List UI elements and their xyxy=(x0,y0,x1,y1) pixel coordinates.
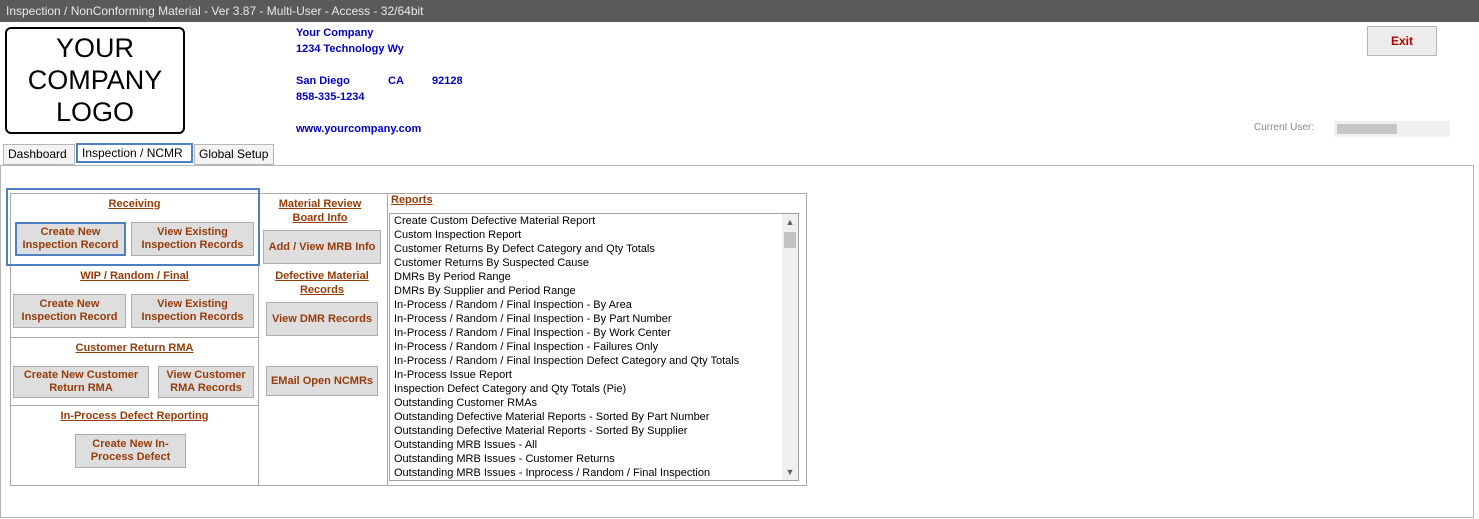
tab-global-setup[interactable]: Global Setup xyxy=(194,144,274,165)
current-user-value xyxy=(1337,124,1397,134)
logo-line-3: LOGO xyxy=(55,97,135,127)
scroll-up-icon[interactable]: ▲ xyxy=(782,214,798,230)
report-list-item[interactable]: In-Process Issue Report xyxy=(394,368,798,382)
company-zip: 92128 xyxy=(432,75,463,87)
view-customer-rma-button[interactable]: View Customer RMA Records xyxy=(158,366,254,398)
company-website: www.yourcompany.com xyxy=(296,123,422,135)
company-state: CA xyxy=(388,75,404,87)
defective-material-title: Defective Material Records xyxy=(275,270,369,296)
scroll-thumb[interactable] xyxy=(784,232,796,248)
exit-button[interactable]: Exit xyxy=(1367,26,1437,56)
inprocess-defect-title: In-Process Defect Reporting xyxy=(60,410,209,422)
company-logo: YOUR COMPANY LOGO xyxy=(5,27,185,134)
create-customer-rma-label: Create New Customer Return RMA xyxy=(23,369,139,394)
view-customer-rma-label: View Customer RMA Records xyxy=(166,369,246,394)
current-user-label: Current User: xyxy=(1254,122,1315,133)
report-list-item[interactable]: Outstanding Defective Material Reports -… xyxy=(394,424,798,438)
report-list-item[interactable]: Customer Returns By Defect Category and … xyxy=(394,242,798,256)
report-list-item[interactable]: Create Custom Defective Material Report xyxy=(394,214,798,228)
view-wip-inspections-button[interactable]: View Existing Inspection Records xyxy=(131,294,254,328)
report-list-item[interactable]: Outstanding Customer RMAs xyxy=(394,396,798,410)
email-open-ncmrs-label: EMail Open NCMRs xyxy=(270,374,374,387)
company-street: 1234 Technology Wy xyxy=(296,43,404,55)
current-user-field xyxy=(1334,121,1450,137)
report-list-item[interactable]: Outstanding MRB Issues - Inprocess / Ran… xyxy=(394,466,798,480)
tab-dashboard[interactable]: Dashboard xyxy=(3,144,75,165)
report-list-item[interactable]: Outstanding MRB Issues - Customer Return… xyxy=(394,452,798,466)
company-phone: 858-335-1234 xyxy=(296,91,365,103)
mrb-title: Material Review Board Info xyxy=(278,198,362,224)
report-list-item[interactable]: In-Process / Random / Final Inspection -… xyxy=(394,326,798,340)
report-list-item[interactable]: Customer Returns By Suspected Cause xyxy=(394,256,798,270)
logo-line-1: YOUR xyxy=(55,33,134,63)
report-list-item[interactable]: In-Process / Random / Final Inspection D… xyxy=(394,354,798,368)
reports-list: Create Custom Defective Material Report C… xyxy=(390,214,798,480)
receiving-focus-highlight xyxy=(6,188,260,266)
reports-title: Reports xyxy=(391,194,433,206)
create-wip-inspection-label: Create New Inspection Record xyxy=(21,298,118,323)
add-view-mrb-button[interactable]: Add / View MRB Info xyxy=(263,230,381,264)
create-customer-rma-button[interactable]: Create New Customer Return RMA xyxy=(13,366,149,398)
logo-line-2: COMPANY xyxy=(27,65,163,95)
tab-inspection-ncmr[interactable]: Inspection / NCMR xyxy=(76,143,193,163)
view-dmr-records-label: View DMR Records xyxy=(271,312,373,325)
report-list-item[interactable]: Outstanding Defective Material Reports -… xyxy=(394,410,798,424)
customer-rma-title: Customer Return RMA xyxy=(75,342,194,354)
create-wip-inspection-button[interactable]: Create New Inspection Record xyxy=(13,294,126,328)
wip-title: WIP / Random / Final xyxy=(80,270,189,282)
view-dmr-records-button[interactable]: View DMR Records xyxy=(266,302,378,336)
report-list-item[interactable]: In-Process / Random / Final Inspection -… xyxy=(394,340,798,354)
company-city: San Diego xyxy=(296,75,350,87)
company-name: Your Company xyxy=(296,27,374,39)
add-view-mrb-label: Add / View MRB Info xyxy=(268,240,376,253)
report-list-item[interactable]: In-Process / Random / Final Inspection -… xyxy=(394,298,798,312)
report-list-item[interactable]: DMRs By Period Range xyxy=(394,270,798,284)
report-list-item[interactable]: DMRs By Supplier and Period Range xyxy=(394,284,798,298)
email-open-ncmrs-button[interactable]: EMail Open NCMRs xyxy=(266,366,378,396)
report-list-item[interactable]: Inspection Defect Category and Qty Total… xyxy=(394,382,798,396)
scroll-down-icon[interactable]: ▼ xyxy=(782,464,798,480)
report-list-item[interactable]: Outstanding MRB Issues - All xyxy=(394,438,798,452)
reports-listbox[interactable]: Create Custom Defective Material Report C… xyxy=(389,213,799,481)
window-title-bar: Inspection / NonConforming Material - Ve… xyxy=(0,0,1479,22)
reports-scrollbar[interactable]: ▲ ▼ xyxy=(782,214,798,480)
report-list-item[interactable]: In-Process / Random / Final Inspection -… xyxy=(394,312,798,326)
window-title: Inspection / NonConforming Material - Ve… xyxy=(6,4,424,18)
view-wip-inspections-label: View Existing Inspection Records xyxy=(141,298,244,323)
create-inprocess-defect-button[interactable]: Create New In-Process Defect xyxy=(75,434,186,468)
report-list-item[interactable]: Custom Inspection Report xyxy=(394,228,798,242)
create-inprocess-defect-label: Create New In-Process Defect xyxy=(90,438,171,463)
